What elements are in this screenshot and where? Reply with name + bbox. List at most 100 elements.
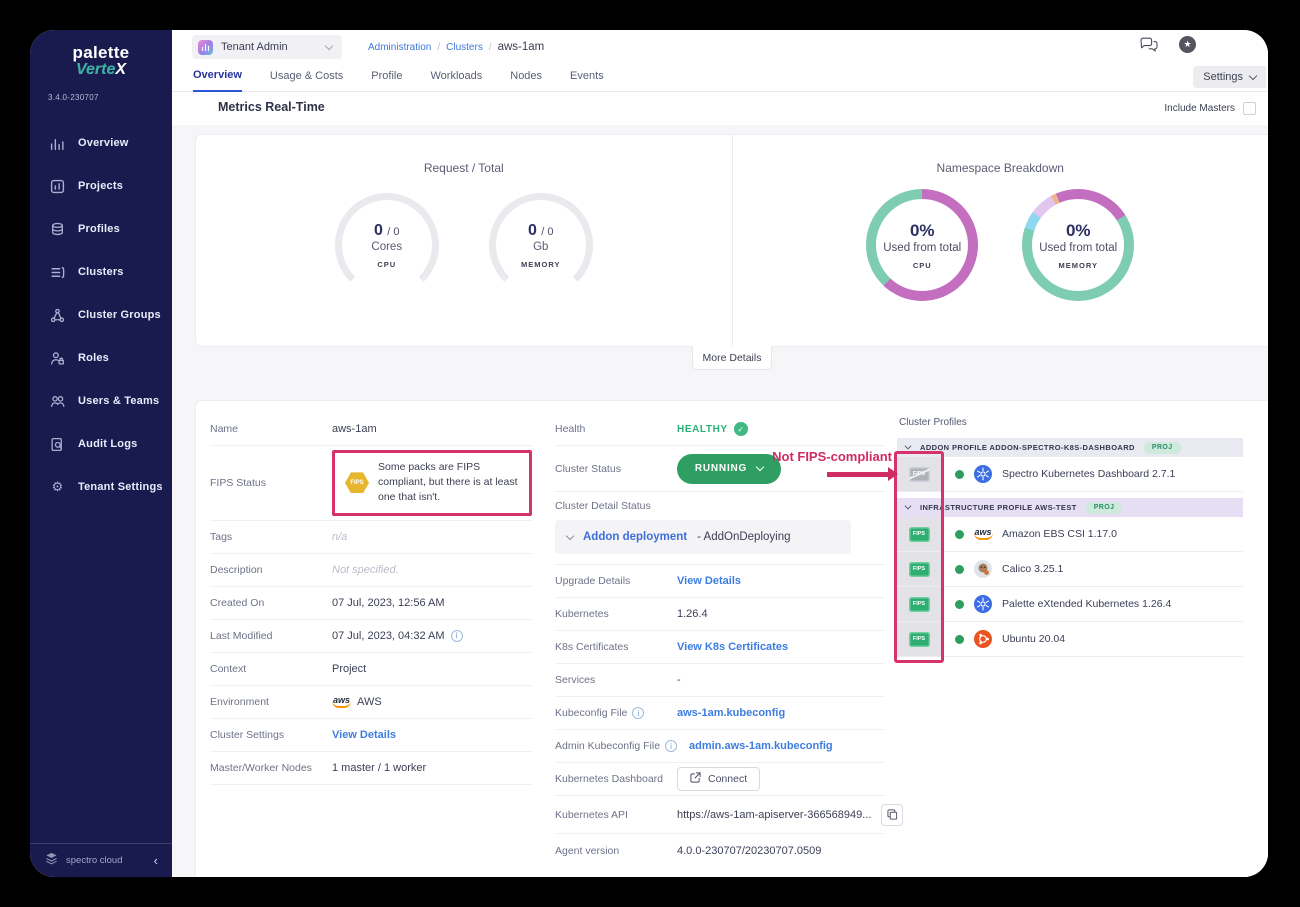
app-version: 3.4.0-230707 [48, 93, 172, 102]
fips-cell: FIPS [897, 622, 941, 656]
admin-kubeconfig-file-link[interactable]: admin.aws-1am.kubeconfig [689, 740, 885, 752]
pack-name: Spectro Kubernetes Dashboard 2.7.1 [1002, 468, 1175, 480]
spectro-cloud-logo-icon [44, 852, 59, 870]
metrics-title: Metrics Real-Time [218, 100, 325, 114]
connect-button-label: Connect [708, 773, 747, 785]
view-k8s-certificates-link[interactable]: View K8s Certificates [677, 641, 885, 653]
cluster-tabs: Overview Usage & Costs Profile Workloads… [172, 64, 1268, 92]
annotation-arrow-icon [827, 472, 889, 477]
namespace-memory-donut: 0% Used from total MEMORY [1022, 189, 1134, 301]
tab-workloads[interactable]: Workloads [430, 70, 482, 91]
pack-row-calico[interactable]: FIPS Calico 3.25.1 [897, 552, 1243, 587]
request-total-title: Request / Total [196, 161, 732, 175]
cpu-used-percent: 0% [910, 221, 935, 241]
addon-profile-header[interactable]: ADDON PROFILE ADDON-SPECTRO-K8S-DASHBOAR… [897, 438, 1243, 457]
detail-row-services: Services - [555, 664, 885, 697]
sidebar-item-label: Roles [78, 352, 109, 364]
sidebar-footer: spectro cloud ‹ [30, 843, 172, 877]
cluster-detail-status-box[interactable]: Addon deployment - AddOnDeploying [555, 520, 851, 554]
infrastructure-profile-header[interactable]: INFRASTRUCTURE PROFILE AWS-TEST PROJ [897, 498, 1243, 517]
detail-status-separator: - [697, 531, 701, 543]
dashboard-connect-button[interactable]: Connect [677, 767, 760, 791]
kubernetes-dashboard-logo-icon [974, 465, 992, 483]
sidebar-item-cluster-groups[interactable]: Cluster Groups [30, 294, 172, 337]
copy-icon[interactable] [881, 804, 903, 826]
detail-row-master-worker-nodes: Master/Worker Nodes 1 master / 1 worker [210, 752, 532, 785]
detail-row-admin-kubeconfig: Admin Kubeconfig Filei admin.aws-1am.kub… [555, 730, 885, 763]
breadcrumb-clusters[interactable]: Clusters [446, 42, 483, 53]
fips-cell: FIPS [897, 587, 941, 621]
fips-status-text: Some packs are FIPS compliant, but there… [378, 460, 519, 506]
detail-row-name: Name aws-1am [210, 413, 532, 446]
tab-overview[interactable]: Overview [193, 69, 242, 92]
pack-status-dot [955, 565, 964, 574]
star-icon: ★ [1183, 39, 1191, 50]
detail-row-cluster-settings: Cluster Settings View Details [210, 719, 532, 752]
status-details-column: Health HEALTHY✓ Cluster Status RUNNING [555, 413, 885, 867]
pack-row-palette-extended-kubernetes[interactable]: FIPS Palette eXtended Kubernetes 1.26.4 [897, 587, 1243, 622]
detail-row-k8s-certificates: K8s Certificates View K8s Certificates [555, 631, 885, 664]
master-worker-nodes-value: 1 master / 1 worker [332, 762, 532, 774]
detail-row-cluster-detail-status: Cluster Detail Status Addon deployment -… [555, 492, 885, 565]
detail-row-kubernetes-dashboard: Kubernetes Dashboard Connect [555, 763, 885, 796]
pack-row-spectro-kubernetes-dashboard[interactable]: FIPS Spectro Kubernetes Dashboard 2.7.1 [897, 457, 1243, 492]
infrastructure-profile-header-label: INFRASTRUCTURE PROFILE AWS-TEST [920, 503, 1077, 512]
include-masters-checkbox[interactable] [1243, 102, 1256, 115]
memory-total-value: 0 [547, 226, 553, 238]
namespace-breakdown-title: Namespace Breakdown [733, 161, 1269, 175]
sidebar-item-audit-logs[interactable]: Audit Logs [30, 423, 172, 466]
scope-selector[interactable]: Tenant Admin [192, 35, 342, 59]
doc-search-icon [50, 437, 65, 452]
annotation-label: Not FIPS-compliant [772, 449, 892, 464]
chat-icon[interactable] [1139, 37, 1159, 53]
health-status-value: HEALTHY [677, 424, 728, 435]
pack-name: Palette eXtended Kubernetes 1.26.4 [1002, 598, 1171, 610]
chevron-down-icon [905, 503, 912, 510]
detail-row-environment: Environment awsAWS [210, 686, 532, 719]
services-value: - [677, 674, 885, 686]
gear-icon: ⚙ [50, 480, 65, 495]
info-icon[interactable]: i [665, 740, 677, 752]
sidebar-item-label: Audit Logs [78, 438, 137, 450]
tab-nodes[interactable]: Nodes [510, 70, 542, 91]
sidebar-item-clusters[interactable]: Clusters [30, 251, 172, 294]
sidebar-item-users-teams[interactable]: Users & Teams [30, 380, 172, 423]
last-modified-value: 07 Jul, 2023, 04:32 AM [332, 630, 445, 642]
sidebar-item-roles[interactable]: Roles [30, 337, 172, 380]
sidebar-item-profiles[interactable]: Profiles [30, 208, 172, 251]
sidebar-item-label: Profiles [78, 223, 120, 235]
kubeconfig-file-link[interactable]: aws-1am.kubeconfig [677, 707, 885, 719]
sidebar-item-label: Tenant Settings [78, 481, 163, 493]
detail-row-health: Health HEALTHY✓ [555, 413, 885, 446]
detail-row-created-on: Created On 07 Jul, 2023, 12:56 AM [210, 587, 532, 620]
cluster-groups-icon [50, 308, 65, 323]
sidebar-item-tenant-settings[interactable]: ⚙ Tenant Settings [30, 466, 172, 509]
tab-profile[interactable]: Profile [371, 70, 402, 91]
fips-compliant-icon: FIPS [909, 527, 930, 542]
upgrade-view-details-link[interactable]: View Details [677, 575, 885, 587]
pack-row-amazon-ebs-csi[interactable]: FIPS aws Amazon EBS CSI 1.17.0 [897, 517, 1243, 552]
footer-brand: spectro cloud [66, 855, 123, 866]
whats-new-icon[interactable]: ★ [1179, 36, 1196, 53]
sidebar-item-projects[interactable]: Projects [30, 165, 172, 208]
memory-donut-metric: MEMORY [1059, 261, 1098, 270]
info-icon[interactable]: i [632, 707, 644, 719]
cluster-settings-view-details-link[interactable]: View Details [332, 729, 532, 741]
breadcrumb-administration[interactable]: Administration [368, 42, 431, 53]
content-area: Metrics Real-Time Include Masters Reques… [172, 93, 1268, 877]
pack-row-ubuntu[interactable]: FIPS Ubuntu 20.04 [897, 622, 1243, 657]
tab-usage-costs[interactable]: Usage & Costs [270, 70, 343, 91]
cluster-name-value: aws-1am [332, 423, 532, 435]
settings-button[interactable]: Settings [1193, 66, 1266, 88]
metrics-card: Request / Total 0 / 0 Cores CPU 0 / 0 Gb… [195, 134, 1268, 347]
sidebar-collapse-icon[interactable]: ‹ [154, 853, 158, 868]
detail-row-last-modified: Last Modified 07 Jul, 2023, 04:32 AMi [210, 620, 532, 653]
pack-status-dot [955, 530, 964, 539]
sidebar-item-overview[interactable]: Overview [30, 122, 172, 165]
app-logo: palette VerteX [30, 30, 172, 79]
aws-logo-icon: aws [332, 696, 351, 708]
tab-events[interactable]: Events [570, 70, 604, 91]
more-details-button[interactable]: More Details [692, 346, 772, 370]
addon-deployment-link[interactable]: Addon deployment [583, 531, 687, 543]
info-icon[interactable]: i [451, 630, 463, 642]
